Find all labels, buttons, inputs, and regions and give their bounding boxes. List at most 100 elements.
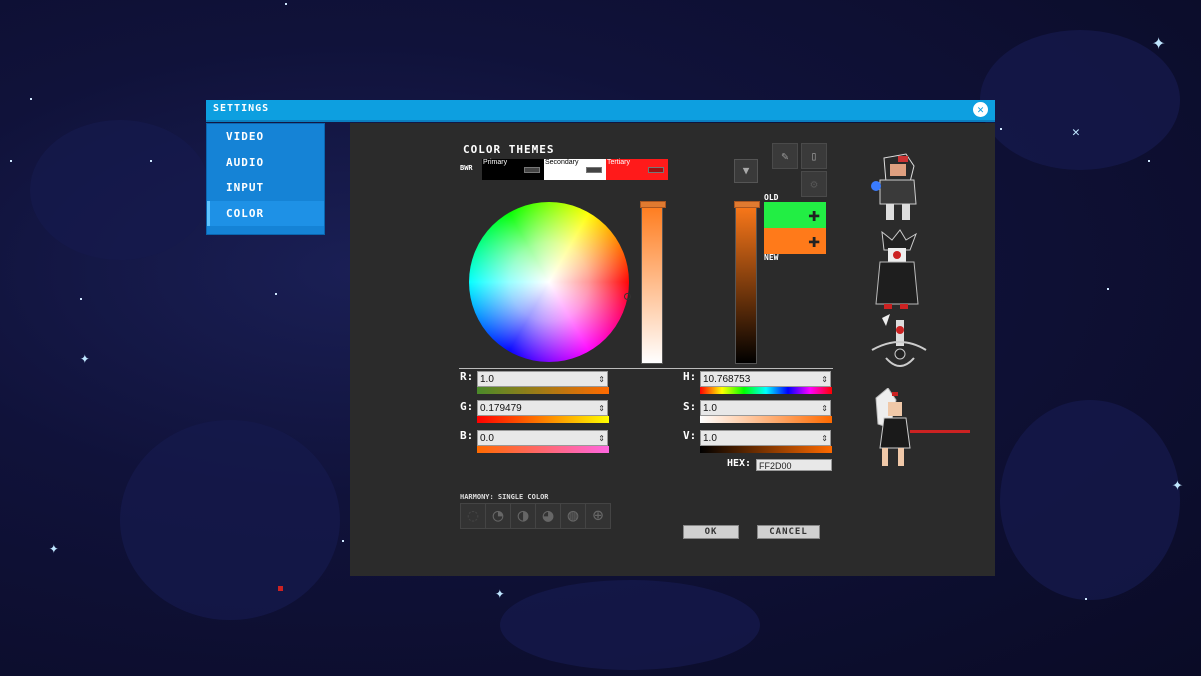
harmony-triad-button[interactable]: ◕	[535, 503, 561, 529]
star-icon: ✦	[1172, 474, 1183, 495]
close-icon: ✕	[977, 103, 984, 116]
sidebar-item-input[interactable]: INPUT	[207, 175, 324, 201]
pencil-button[interactable]: ✎	[772, 143, 798, 169]
h-gradient-slider[interactable]	[700, 387, 832, 394]
swatch-slider	[524, 167, 540, 173]
r-label: R:	[460, 370, 474, 383]
v-field[interactable]: 1.0 ⇕	[700, 430, 831, 446]
color-wheel[interactable]	[469, 202, 631, 362]
b-gradient-slider[interactable]	[477, 446, 609, 453]
background-nebula	[30, 120, 210, 260]
spinner-icon[interactable]: ⇕	[821, 372, 828, 388]
star-icon: ✕	[1072, 125, 1080, 140]
g-gradient-slider[interactable]	[477, 416, 609, 423]
star-dot	[30, 98, 32, 100]
r-field[interactable]: 1.0 ⇕	[477, 371, 608, 387]
plus-icon: ✚	[807, 228, 821, 252]
harmony-complementary-button[interactable]: ◔	[485, 503, 511, 529]
g-value: 0.179479	[480, 403, 522, 414]
sidebar-item-audio[interactable]: AUDIO	[207, 150, 324, 176]
s-value: 1.0	[703, 403, 717, 414]
star-icon: ✦	[49, 538, 59, 557]
star-dot	[285, 3, 287, 5]
s-gradient-slider[interactable]	[700, 416, 832, 423]
secondary-swatch[interactable]: Secondary	[544, 159, 606, 180]
spinner-icon[interactable]: ⇕	[821, 401, 828, 417]
primary-label: Primary	[483, 159, 508, 166]
harmony-single-button[interactable]: ◌	[460, 503, 486, 529]
harmony-circle-icon: ◕	[542, 505, 554, 526]
harmony-split-button[interactable]: ◑	[510, 503, 536, 529]
star-dot	[80, 298, 82, 300]
harmony-square-button[interactable]: ⊕	[585, 503, 611, 529]
harmony-circle-icon: ◌	[467, 505, 479, 526]
background-nebula	[1000, 400, 1180, 600]
swatch-slider	[648, 167, 664, 173]
divider	[459, 368, 833, 369]
harmony-label: HARMONY: SINGLE COLOR	[460, 493, 549, 501]
harmony-tetrad-button[interactable]: ◍	[560, 503, 586, 529]
star-dot	[342, 540, 344, 542]
chevron-down-icon: ▼	[742, 164, 750, 177]
color-themes-title: COLOR THEMES	[463, 143, 555, 156]
h-value: 10.768753	[703, 374, 751, 385]
star-dot	[1085, 598, 1087, 600]
harmony-circle-icon: ◔	[492, 505, 504, 526]
r-value: 1.0	[480, 374, 494, 385]
s-field[interactable]: 1.0 ⇕	[700, 400, 831, 416]
swatch-slider	[586, 167, 602, 173]
document-button[interactable]: ▯	[801, 143, 827, 169]
character-preview-spirit	[871, 314, 927, 367]
cancel-button[interactable]: CANCEL	[757, 525, 820, 539]
saturation-slider[interactable]	[640, 201, 666, 364]
g-field[interactable]: 0.179479 ⇕	[477, 400, 608, 416]
harmony-circle-icon: ⊕	[592, 505, 604, 526]
hex-label: HEX:	[727, 458, 752, 469]
sidebar-item-color[interactable]: COLOR	[207, 200, 324, 226]
g-label: G:	[460, 400, 474, 413]
r-gradient-slider[interactable]	[477, 387, 609, 394]
hex-field[interactable]: FF2D00	[756, 459, 832, 471]
hue-saturation-wheel[interactable]	[469, 202, 629, 362]
character-preview-swordswoman	[875, 388, 970, 466]
character-preview-cloaked	[875, 229, 919, 309]
theme-preset-label: BWR	[460, 164, 473, 172]
close-button[interactable]: ✕	[973, 102, 988, 117]
b-value: 0.0	[480, 433, 494, 444]
spinner-icon[interactable]: ⇕	[598, 431, 605, 447]
tertiary-label: Tertiary	[607, 159, 630, 166]
settings-title-bar: SETTINGS ✕	[206, 100, 995, 122]
old-color-label: OLD	[764, 193, 779, 202]
background-nebula	[500, 580, 760, 670]
old-color-swatch[interactable]: ✚	[764, 202, 826, 228]
h-label: H:	[683, 370, 697, 383]
s-label: S:	[683, 400, 697, 413]
pencil-icon: ✎	[781, 149, 789, 163]
h-field[interactable]: 10.768753 ⇕	[700, 371, 831, 387]
new-color-swatch[interactable]: ✚	[764, 228, 826, 254]
spinner-icon[interactable]: ⇕	[821, 431, 828, 447]
character-preview-hooded	[871, 153, 917, 220]
primary-swatch[interactable]: Primary	[482, 159, 544, 180]
v-value: 1.0	[703, 433, 717, 444]
v-gradient-slider[interactable]	[700, 446, 832, 453]
value-slider-handle[interactable]	[734, 201, 760, 208]
spinner-icon[interactable]: ⇕	[598, 401, 605, 417]
tertiary-swatch[interactable]: Tertiary	[606, 159, 668, 180]
gear-button[interactable]: ⚙	[801, 171, 827, 197]
star-dot	[275, 293, 277, 295]
sidebar-item-video[interactable]: VIDEO	[207, 124, 324, 150]
red-debris	[278, 586, 283, 591]
background-nebula	[120, 420, 340, 620]
harmony-circle-icon: ◍	[567, 505, 579, 526]
theme-dropdown[interactable]: ▼	[734, 159, 758, 183]
wheel-handle[interactable]	[624, 293, 631, 300]
spinner-icon[interactable]: ⇕	[598, 372, 605, 388]
ok-button[interactable]: OK	[683, 525, 739, 539]
window-title: SETTINGS	[213, 103, 270, 114]
value-slider[interactable]	[734, 201, 760, 364]
b-label: B:	[460, 429, 474, 442]
saturation-slider-handle[interactable]	[640, 201, 666, 208]
star-icon: ✦	[1152, 30, 1166, 55]
b-field[interactable]: 0.0 ⇕	[477, 430, 608, 446]
